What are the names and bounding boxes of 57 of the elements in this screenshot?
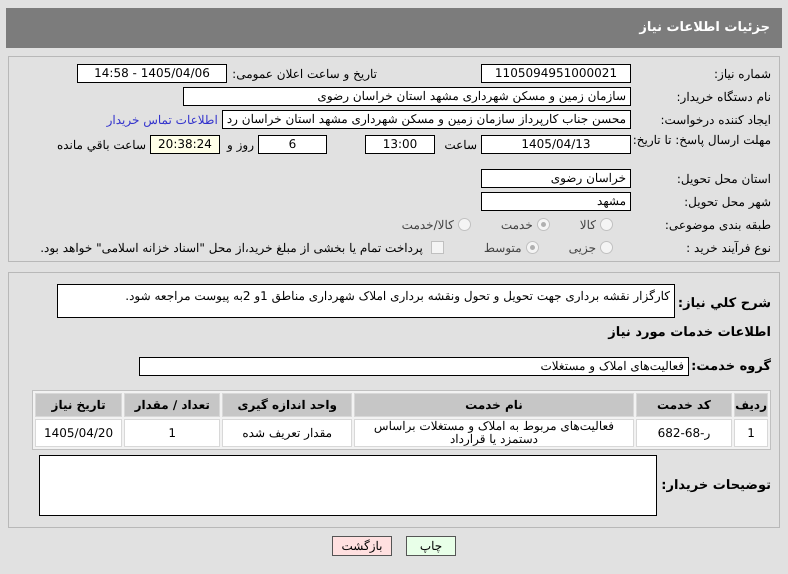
- text-field[interactable]: مشهد: [481, 192, 631, 211]
- field-label: نوع فرآیند خرید :: [685, 240, 771, 256]
- page-title: جزئیات اطلاعات نیاز: [639, 19, 770, 38]
- print-button[interactable]: چاپ: [406, 536, 456, 556]
- text-field[interactable]: فعالیت‌های املاک و مستغلات: [139, 356, 689, 376]
- buyer-notes-textarea[interactable]: [39, 455, 657, 516]
- radio-button[interactable]: [600, 218, 613, 231]
- text-field[interactable]: خراسان رضوی: [481, 169, 631, 188]
- field-label: شرح کلي نیاز:: [676, 295, 771, 313]
- radio-button[interactable]: [536, 218, 550, 231]
- radio-label: متوسط: [484, 240, 522, 256]
- days-label: روز و: [226, 136, 254, 154]
- checkbox[interactable]: [430, 241, 444, 254]
- radio-button[interactable]: [600, 241, 613, 254]
- text-field[interactable]: 1405/04/06 - 14:58: [77, 64, 227, 83]
- field-label: گروه خدمت:: [690, 357, 771, 376]
- description-textarea[interactable]: کارگزار نقشه برداری جهت تحویل و تحول ونقشه برداری املاک شهرداری مناطق 1و 2به پیوست مراجعه شود.: [57, 284, 675, 318]
- buyer-contact-link[interactable]: اطلاعات تماس خریدار: [106, 110, 218, 128]
- field-label: مهلت ارسال پاسخ: تا تاریخ:: [632, 133, 771, 148]
- column-header: تعداد / مقدار: [124, 393, 220, 417]
- field-label: شهر محل تحویل:: [683, 194, 771, 210]
- table-cell: مقدار تعریف شده: [222, 419, 352, 447]
- table-cell: ر-68-682: [636, 419, 732, 447]
- table-cell: 1: [734, 419, 768, 447]
- back-button[interactable]: بازگشت: [332, 536, 392, 556]
- column-header: نام خدمت: [354, 393, 634, 417]
- text-field[interactable]: سازمان زمین و مسکن شهرداری مشهد استان خراسان رضوی: [183, 87, 631, 106]
- table-cell: فعالیت‌های مربوط به املاک و مستغلات براساس دستمزد یا قرارداد: [354, 419, 634, 447]
- field-label: توضیحات خریدار:: [660, 476, 771, 495]
- field-label: تاریخ و ساعت اعلان عمومی:: [231, 66, 377, 82]
- radio-label: خدمت: [500, 216, 533, 234]
- column-header: واحد اندازه گیری: [222, 393, 352, 417]
- table-cell: 1: [124, 419, 220, 447]
- radio-button[interactable]: [458, 218, 471, 231]
- remaining-label: ساعت باقي مانده: [56, 136, 146, 154]
- text-field[interactable]: 13:00: [365, 135, 435, 154]
- column-header: ردیف: [734, 393, 768, 417]
- radio-label: جزیی: [568, 240, 596, 256]
- time-label: ساعت: [443, 136, 477, 154]
- field-label: شماره نیاز:: [713, 66, 771, 82]
- text-field[interactable]: 1105094951000021: [481, 64, 631, 83]
- field-label: استان محل تحویل:: [676, 170, 771, 188]
- section-title: اطلاعات خدمات مورد نیاز: [606, 324, 771, 342]
- radio-label: کالا: [580, 216, 596, 234]
- field-label: طبقه بندی موضوعی:: [664, 216, 771, 234]
- countdown-field[interactable]: 20:38:24: [150, 135, 220, 154]
- text-field[interactable]: 1405/04/13: [481, 135, 631, 154]
- text-field[interactable]: محسن جناب کارپرداز سازمان زمین و مسکن شهرداری مشهد استان خراسان رد: [222, 110, 631, 129]
- payment-option-label: پرداخت تمام یا بخشی از مبلغ خرید،از محل "اسناد خزانه اسلامی" خواهد بود.: [40, 240, 423, 256]
- table-cell: 1405/04/20: [35, 419, 122, 447]
- field-label: ایجاد کننده درخواست:: [659, 112, 771, 128]
- radio-button[interactable]: [526, 241, 539, 254]
- radio-label: کالا/خدمت: [402, 216, 454, 234]
- column-header: تاریخ نیاز: [35, 393, 122, 417]
- field-label: نام دستگاه خریدار:: [676, 88, 771, 106]
- text-field[interactable]: 6: [258, 135, 327, 154]
- column-header: کد خدمت: [636, 393, 732, 417]
